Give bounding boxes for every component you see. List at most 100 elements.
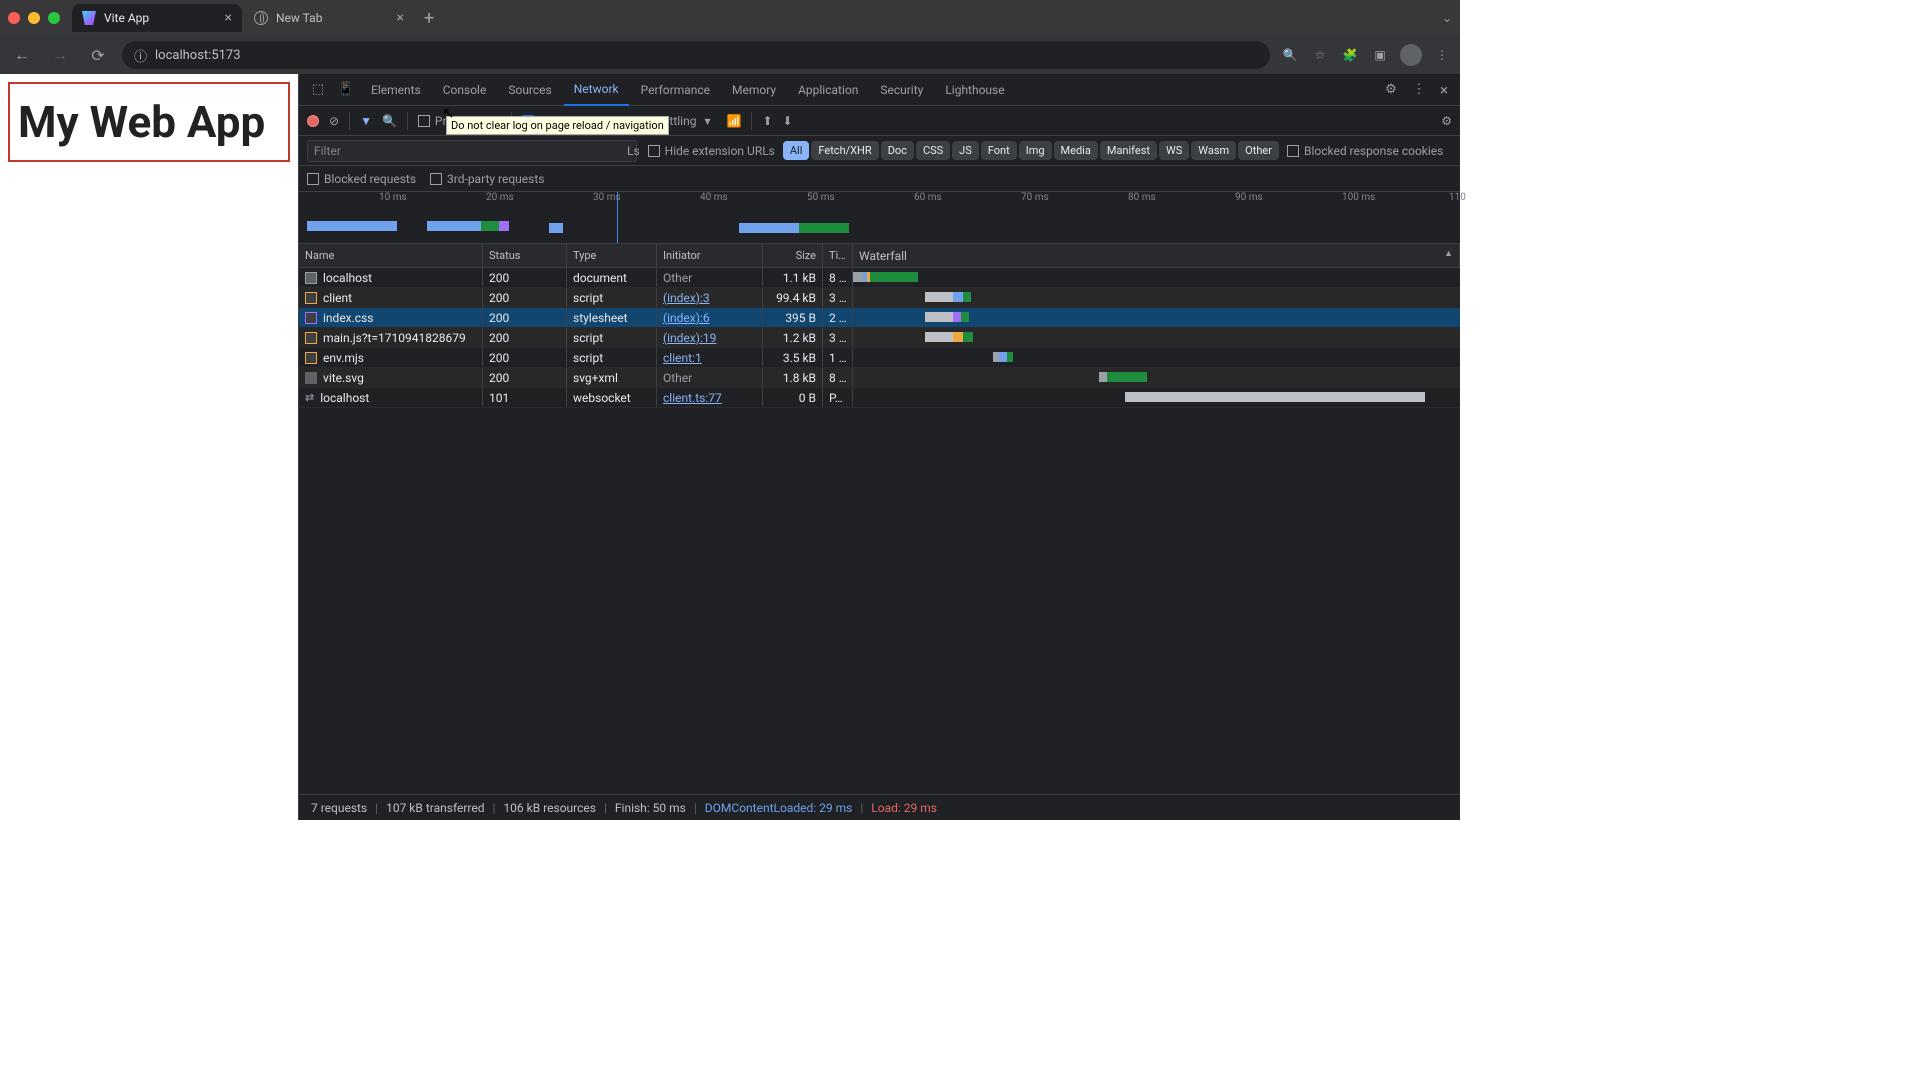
menu-dots-icon[interactable]: ⋮ <box>1432 45 1452 65</box>
request-initiator[interactable]: (index):3 <box>663 291 710 305</box>
table-row[interactable]: client200script(index):399.4 kB3 … <box>299 288 1460 308</box>
blocked-requests-checkbox[interactable]: Blocked requests <box>307 172 416 186</box>
more-vertical-icon[interactable]: ⋮ <box>1406 77 1432 103</box>
col-type[interactable]: Type <box>567 244 657 267</box>
tab-application[interactable]: Application <box>788 75 868 105</box>
close-devtools-icon[interactable]: × <box>1434 77 1454 103</box>
type-filter-wasm[interactable]: Wasm <box>1191 141 1236 160</box>
devtools-tabbar: ⬚ 📱 Elements Console Sources Network Per… <box>299 74 1460 106</box>
export-har-icon[interactable]: ⬇ <box>783 114 793 128</box>
third-party-requests-checkbox[interactable]: 3rd-party requests <box>430 172 544 186</box>
type-filter-ws[interactable]: WS <box>1159 141 1189 160</box>
tab-memory[interactable]: Memory <box>722 75 786 105</box>
request-initiator[interactable]: client.ts:77 <box>663 391 722 405</box>
request-name: main.js?t=1710941828679 <box>323 331 466 345</box>
request-initiator[interactable]: (index):19 <box>663 331 716 345</box>
request-status: 200 <box>483 268 567 287</box>
network-settings-icon[interactable]: ⚙ <box>1441 114 1452 128</box>
device-toggle-icon[interactable]: 📱 <box>333 77 359 103</box>
status-transferred: 107 kB transferred <box>386 801 484 815</box>
close-window-icon[interactable] <box>8 12 20 24</box>
blocked-response-cookies-checkbox[interactable]: Blocked response cookies <box>1287 144 1443 158</box>
chevron-down-icon: ▾ <box>704 114 710 128</box>
extensions-puzzle-icon[interactable]: 🧩 <box>1340 45 1360 65</box>
request-type: stylesheet <box>567 308 657 327</box>
type-filter-other[interactable]: Other <box>1238 141 1279 160</box>
file-type-icon <box>305 292 317 304</box>
tab-lighthouse[interactable]: Lighthouse <box>935 75 1014 105</box>
address-bar[interactable]: ⓘ localhost:5173 <box>122 41 1270 69</box>
type-filter-js[interactable]: JS <box>952 141 979 160</box>
hide-extension-urls-checkbox[interactable]: Hide extension URLs <box>648 144 775 158</box>
tab-sources[interactable]: Sources <box>498 75 561 105</box>
table-row[interactable]: vite.svg200svg+xmlOther1.8 kB8 … <box>299 368 1460 388</box>
network-timeline-overview[interactable]: 10 ms20 ms30 ms40 ms50 ms60 ms70 ms80 ms… <box>299 192 1460 244</box>
col-initiator[interactable]: Initiator <box>657 244 763 267</box>
type-filter-doc[interactable]: Doc <box>881 141 914 160</box>
request-time: 3 … <box>823 328 853 347</box>
type-filter-fetchxhr[interactable]: Fetch/XHR <box>811 141 878 160</box>
table-row[interactable]: localhost200documentOther1.1 kB8 … <box>299 268 1460 288</box>
table-row[interactable]: ⇄localhost101websocketclient.ts:770 BP… <box>299 388 1460 408</box>
request-name: env.mjs <box>323 351 364 365</box>
tab-security[interactable]: Security <box>870 75 933 105</box>
reload-button[interactable]: ⟳ <box>84 41 112 69</box>
table-header-row: Name Status Type Initiator Size Ti… Wate… <box>299 244 1460 268</box>
type-filter-media[interactable]: Media <box>1054 141 1098 160</box>
network-filter-row-2: Blocked requests 3rd-party requests <box>299 166 1460 192</box>
tab-elements[interactable]: Elements <box>361 75 431 105</box>
back-button[interactable]: ← <box>8 41 36 69</box>
zoom-icon[interactable]: 🔍 <box>1280 45 1300 65</box>
col-name[interactable]: Name <box>299 244 483 267</box>
side-panel-icon[interactable]: ▣ <box>1370 45 1390 65</box>
type-filter-css[interactable]: CSS <box>916 141 950 160</box>
col-time[interactable]: Ti… <box>823 244 853 267</box>
type-filter-img[interactable]: Img <box>1019 141 1052 160</box>
profile-avatar[interactable] <box>1400 44 1422 66</box>
network-conditions-icon[interactable]: 📶 <box>726 114 741 128</box>
table-row[interactable]: env.mjs200scriptclient:13.5 kB1 … <box>299 348 1460 368</box>
record-button[interactable] <box>307 115 319 127</box>
file-type-icon <box>305 272 317 284</box>
minimize-window-icon[interactable] <box>28 12 40 24</box>
bookmark-star-icon[interactable]: ☆ <box>1310 45 1330 65</box>
type-filter-font[interactable]: Font <box>981 141 1017 160</box>
close-tab-icon[interactable]: × <box>225 10 232 26</box>
request-status: 101 <box>483 388 567 407</box>
chevron-down-icon[interactable]: ⌄ <box>1442 11 1452 25</box>
col-status[interactable]: Status <box>483 244 567 267</box>
file-type-icon <box>305 352 317 364</box>
status-resources: 106 kB resources <box>503 801 596 815</box>
tab-console[interactable]: Console <box>433 75 497 105</box>
filter-toggle-icon[interactable]: ▼ <box>360 114 372 128</box>
filter-input[interactable] <box>307 140 637 162</box>
close-tab-icon[interactable]: × <box>397 10 404 26</box>
request-status: 200 <box>483 368 567 387</box>
timeline-tick: 110 <box>1449 192 1466 203</box>
type-filter-all[interactable]: All <box>783 141 810 160</box>
clear-button[interactable]: ⊘ <box>329 114 339 128</box>
tab-network[interactable]: Network <box>564 74 629 106</box>
request-initiator[interactable]: client:1 <box>663 351 702 365</box>
globe-favicon-icon <box>254 11 268 25</box>
new-tab-button[interactable]: + <box>416 4 442 33</box>
browser-tab-active[interactable]: Vite App × <box>72 4 242 32</box>
import-har-icon[interactable]: ⬆ <box>762 114 772 128</box>
page-heading: My Web App <box>18 98 280 146</box>
forward-button[interactable]: → <box>46 41 74 69</box>
site-info-icon[interactable]: ⓘ <box>134 46 147 65</box>
inspect-element-icon[interactable]: ⬚ <box>305 77 331 103</box>
maximize-window-icon[interactable] <box>48 12 60 24</box>
request-time: P… <box>823 388 853 407</box>
table-row[interactable]: index.css200stylesheet(index):6395 B2 … <box>299 308 1460 328</box>
table-row[interactable]: main.js?t=1710941828679200script(index):… <box>299 328 1460 348</box>
gear-icon[interactable]: ⚙ <box>1378 77 1404 103</box>
search-icon[interactable]: 🔍 <box>382 114 397 128</box>
vite-favicon-icon <box>82 11 96 25</box>
type-filter-manifest[interactable]: Manifest <box>1100 141 1157 160</box>
browser-tab[interactable]: New Tab × <box>244 4 414 32</box>
col-size[interactable]: Size <box>763 244 823 267</box>
request-initiator[interactable]: (index):6 <box>663 311 710 325</box>
tab-performance[interactable]: Performance <box>631 75 720 105</box>
col-waterfall[interactable]: Waterfall▲ <box>853 244 1460 267</box>
